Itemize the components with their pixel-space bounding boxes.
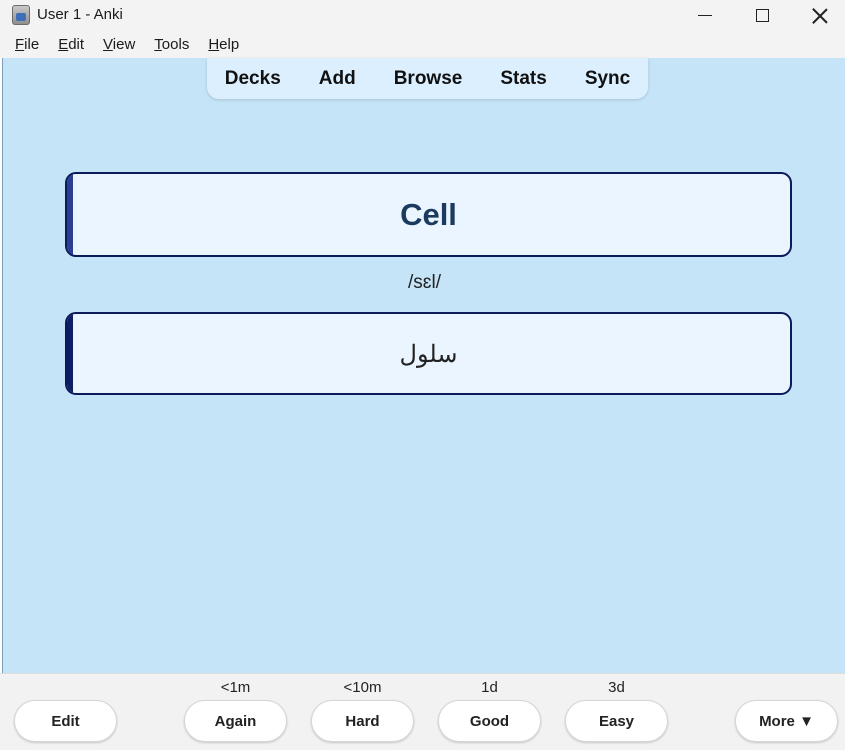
easy-interval: 3d [608,679,625,696]
minimize-icon [698,14,712,17]
good-button[interactable]: Good [438,700,541,742]
title-bar: User 1 - Anki [0,0,845,31]
review-area: Decks Add Browse Stats Sync Cell /sɛl/ س… [2,58,845,673]
card-word: Cell [400,196,457,232]
maximize-button[interactable] [737,0,787,31]
add-link[interactable]: Add [319,68,356,90]
card-back-box: سلول [65,312,792,395]
stats-link[interactable]: Stats [500,68,546,90]
menu-edit[interactable]: Edit [58,36,84,53]
sync-link[interactable]: Sync [585,68,630,90]
window-title: User 1 - Anki [37,6,123,23]
browse-link[interactable]: Browse [394,68,463,90]
anki-app-icon [12,5,30,25]
easy-button[interactable]: Easy [565,700,668,742]
card-pronunciation: /sɛl/ [408,272,441,293]
maximize-icon [755,9,769,22]
answer-bar: Edit <1m Again <10m Hard 1d Good 3d Easy… [0,673,845,750]
menu-help[interactable]: Help [208,36,239,53]
decks-link[interactable]: Decks [225,68,281,90]
menu-bar: File Edit View Tools Help [0,31,845,58]
hard-button[interactable]: Hard [311,700,414,742]
more-button[interactable]: More ▼ [735,700,838,742]
edit-button[interactable]: Edit [14,700,117,742]
card-translation: سلول [399,339,458,368]
card-front-box: Cell [65,172,792,257]
good-interval: 1d [481,679,498,696]
hard-interval: <10m [343,679,382,696]
top-toolbar: Decks Add Browse Stats Sync [207,58,648,99]
close-icon [812,8,828,24]
close-button[interactable] [795,0,845,31]
menu-tools[interactable]: Tools [154,36,189,53]
menu-view[interactable]: View [103,36,135,53]
again-interval: <1m [220,679,251,696]
minimize-button[interactable] [680,0,730,31]
menu-file[interactable]: File [15,36,39,53]
again-button[interactable]: Again [184,700,287,742]
